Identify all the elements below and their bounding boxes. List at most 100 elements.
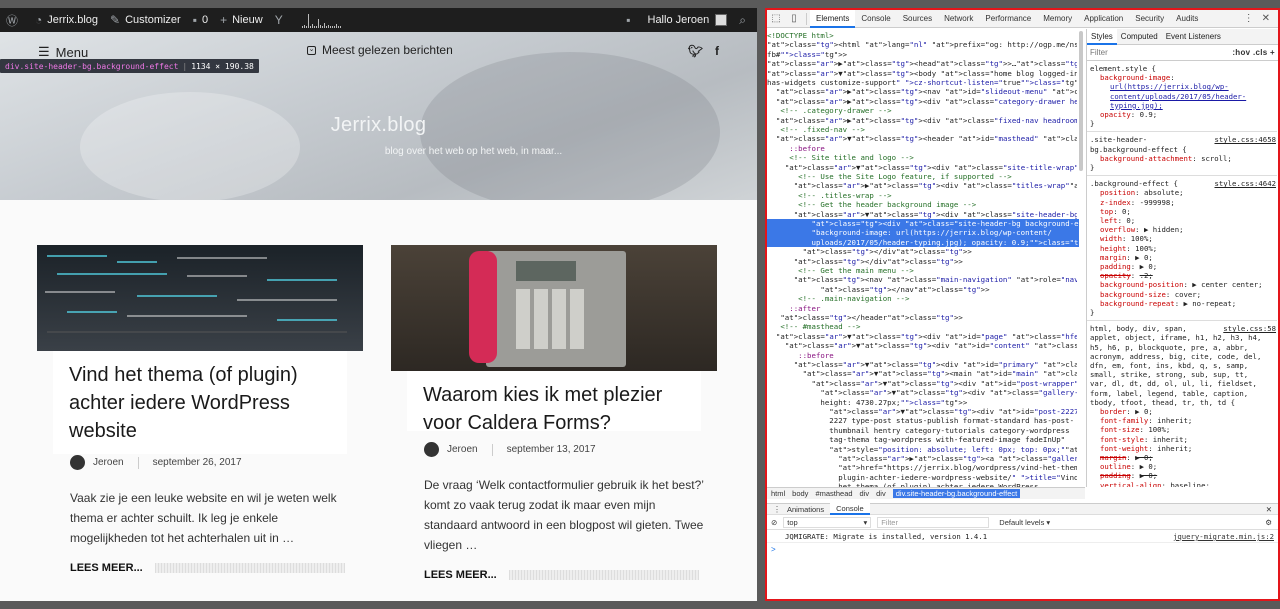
elements-scrollbar[interactable] [1079,31,1083,171]
style-property[interactable]: opacity: .2; [1090,271,1276,280]
style-selector[interactable]: bg.background-effect { [1090,145,1276,154]
breadcrumb-item[interactable]: div.site-header-bg.background-effect [892,489,1021,498]
dom-node-line[interactable]: "at">class="ar">▼"at">class="tg"><header… [767,134,1077,143]
breadcrumb-item[interactable]: body [792,489,808,498]
dom-node-line[interactable]: "at">href="https://jerrix.blog/wordpress… [767,463,1077,472]
more-options-icon[interactable]: ⋮ [1244,13,1254,24]
dom-node-line[interactable]: "at">class="ar">▶"at">class="tg"><head"a… [767,59,1077,68]
style-property[interactable]: font-weight: inherit; [1090,444,1276,453]
style-property[interactable]: width: 100%; [1090,234,1276,243]
dom-node-line[interactable]: thumbnail hentry category-tutorials cate… [767,426,1077,435]
customizer-button[interactable]: ✎ Customizer [104,8,187,32]
post-thumbnail[interactable] [37,245,363,351]
style-property[interactable]: border: ▶ 0; [1090,407,1276,416]
console-message-source[interactable]: jquery-migrate.min.js:2 [1173,531,1274,543]
style-property[interactable]: font-style: inherit; [1090,435,1276,444]
popular-posts-toggle[interactable]: ⌄ Meest gelezen berichten [307,43,453,57]
admin-search-button[interactable]: ⌕ [733,8,757,32]
dom-node-line[interactable]: "at">class="tg"><nav "at">class="main-na… [767,275,1077,284]
site-name-button[interactable]: ◔ Jerrix.blog [29,8,104,32]
drawer-menu-icon[interactable]: ⋮ [767,505,781,514]
dom-node-line[interactable]: <!-- Get the header background image --> [767,200,1077,209]
subtab-computed[interactable]: Computed [1117,29,1162,45]
gear-icon[interactable]: ⚙ [1265,518,1278,527]
dom-node-line[interactable]: "at">class="ar">▼"at">class="tg"><div "a… [767,379,1078,388]
close-icon[interactable]: ✕ [1262,13,1270,24]
dom-node-line[interactable]: "at">class="ar">▼"at">class="tg"><div "a… [767,332,1077,341]
dom-node-line[interactable]: <!-- .titles-wrap --> [767,191,1077,200]
comments-button[interactable]: ▪ 0 [187,8,214,32]
tab-performance[interactable]: Performance [979,10,1037,28]
style-property[interactable]: left: 0; [1090,216,1276,225]
new-content-button[interactable]: + Nieuw [214,8,269,32]
dom-node-line[interactable]: ::before [767,144,1077,153]
dom-node-line[interactable]: "at">class="ar">▼"at">class="tg"><div "a… [767,341,1077,350]
dom-node-line[interactable]: "at">class="ar">▼"at">class="tg"><body "… [767,69,1077,78]
dom-node-line[interactable]: ::before [767,351,1077,360]
style-property[interactable]: z-index: -999998; [1090,198,1276,207]
style-property[interactable]: opacity: 0.9; [1090,110,1276,119]
account-menu[interactable]: Hallo Jeroen [642,8,734,32]
style-value-link[interactable]: content/uploads/2017/05/header- [1090,92,1276,101]
dom-node-line[interactable]: "at">class="tg"></nav"at">class="tg">> [767,285,1077,294]
tab-sources[interactable]: Sources [897,10,938,28]
dom-node-line[interactable]: <!-- .category-drawer --> [767,106,1077,115]
dom-node-line[interactable]: height: 4730.27px;"">class="tg">> [767,398,1077,407]
style-property[interactable]: top: 0; [1090,207,1276,216]
dom-node-line[interactable]: 2227 type-post status-publish format-sta… [767,416,1077,425]
dom-node-line[interactable]: plugin-achter-iedere-wordpress-website/"… [767,473,1077,482]
yoast-button[interactable]: Y [269,8,294,32]
dom-node-line[interactable]: "at">class="tg"><html "at">lang="nl" "at… [767,40,1077,49]
facebook-icon[interactable]: f [715,44,719,58]
tab-elements[interactable]: Elements [810,10,856,28]
tab-memory[interactable]: Memory [1037,10,1078,28]
inspect-element-icon[interactable]: ⬚ [767,13,785,24]
dom-node-line[interactable]: "at">style="position: absolute; left: 0p… [767,445,1077,454]
close-drawer-icon[interactable]: ✕ [1260,505,1278,514]
console-filter-input[interactable]: Filter [877,517,990,528]
style-value-link[interactable]: url(https://jerrix.blog/wp- [1090,82,1276,91]
style-property[interactable]: font-family: inherit; [1090,416,1276,425]
device-toolbar-icon[interactable]: ▯ [785,13,803,24]
dom-node-line[interactable]: "at">class="ar">▶"at">class="tg"><div "a… [767,181,1077,190]
dom-node-line[interactable]: "at">class="ar">▶"at">class="tg"><a "at"… [767,454,1077,463]
log-levels-select[interactable]: Default levels ▾ [999,518,1050,527]
dom-node-line[interactable]: tag-thema tag-wordpress with-featured-im… [767,435,1077,444]
dom-node-line[interactable]: "at">class="ar">▼"at">class="tg"><div "a… [767,210,1077,219]
style-source-link[interactable]: style.css:4642 [1214,179,1276,188]
style-selector[interactable]: .background-effect {style.css:4642 [1090,179,1276,188]
clear-console-icon[interactable]: ⊘ [771,518,777,527]
post-title[interactable]: Vind het thema (of plugin) achter iedere… [69,361,331,445]
read-more-link[interactable]: LEES MEER... [424,569,497,581]
dom-node-line[interactable]: <!-- .fixed-nav --> [767,125,1077,134]
style-property[interactable]: background-image: [1090,73,1276,82]
style-property[interactable]: background-size: cover; [1090,290,1276,299]
wordpress-logo-button[interactable]: Ⓦ [0,8,29,32]
tab-animations[interactable]: Animations [781,505,830,514]
subtab-styles[interactable]: Styles [1087,29,1117,45]
style-source-link[interactable]: style.css:4658 [1214,135,1276,144]
elements-tree[interactable]: <!DOCTYPE html> "at">class="tg"><html "at… [767,29,1085,487]
style-property[interactable]: vertical-align: baseline; [1090,481,1276,487]
dom-node-selected[interactable]: "at">class="tg"><div "at">class="site-he… [767,219,1079,248]
notifications-button[interactable]: ▪ [620,8,641,32]
dom-node-line[interactable]: "at">class="ar">▼"at">class="tg"><div "a… [767,407,1077,416]
dom-node-line[interactable]: <!DOCTYPE html> [767,31,1077,40]
menu-toggle[interactable]: ☰ Menu [38,44,88,60]
post-title[interactable]: Waarom kies ik met plezier voor Caldera … [423,381,685,437]
style-value-link[interactable]: typing.jpg); [1090,101,1276,110]
style-property[interactable]: padding: ▶ 0; [1090,262,1276,271]
dom-node-line[interactable]: fb#"">class="tg">> [767,50,1077,59]
styles-filter-input[interactable]: Filter [1090,48,1108,57]
dom-node-line[interactable]: "at">class="ar">▼"at">class="tg"><div "a… [767,360,1077,369]
style-property[interactable]: margin: ▶ 0; [1090,453,1276,462]
read-more-link[interactable]: LEES MEER... [70,562,143,574]
breadcrumb-item[interactable]: html [771,489,785,498]
tab-security[interactable]: Security [1129,10,1170,28]
styles-toolbar-buttons[interactable]: :hov .cls + [1232,48,1275,57]
dom-node-line[interactable]: "at">class="tg"></header"at">class="tg">… [767,313,1077,322]
breadcrumb-item[interactable]: #masthead [815,489,852,498]
website-viewport[interactable]: Ⓦ ◔ Jerrix.blog ✎ Customizer ▪ 0 + Nieuw… [0,8,757,609]
dom-node-line[interactable]: "at">class="ar">▶"at">class="tg"><div "a… [767,97,1077,106]
style-selector[interactable]: html, body, div, span, style.css:58 [1090,324,1276,333]
